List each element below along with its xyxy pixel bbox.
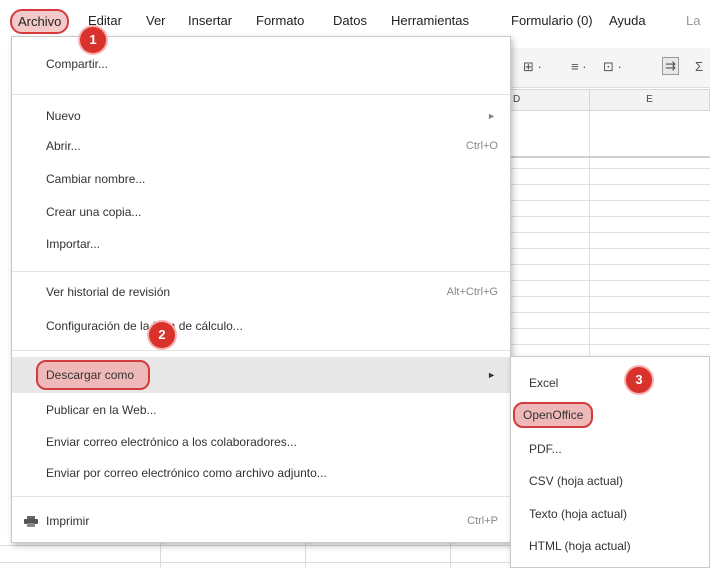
menu-ver[interactable]: Ver [146, 13, 166, 28]
menu-separator [12, 496, 510, 497]
step-marker-3: 3 [626, 367, 652, 393]
printer-icon [24, 516, 38, 527]
submenu-item-excel[interactable]: Excel [511, 367, 709, 399]
menubar: Archivo Editar Ver Insertar Formato Dato… [0, 0, 710, 40]
column-header-e[interactable]: E [590, 89, 710, 111]
menu-item-print[interactable]: Imprimir Ctrl+P [12, 506, 510, 536]
functions-button[interactable]: Σ [695, 59, 703, 74]
menu-item-spreadsheet-settings[interactable]: Configuración de la hoja de cálculo... [12, 311, 510, 341]
merge-button[interactable]: ⊡ · [603, 59, 622, 75]
openoffice-highlight: OpenOffice [513, 402, 594, 428]
grid-line [507, 248, 710, 249]
submenu-item-pdf[interactable]: PDF... [511, 433, 709, 465]
toolbar: ⊞ · ≡ · ⊡ · ⇉ Σ [507, 48, 710, 88]
menu-item-import[interactable]: Importar... [12, 229, 510, 259]
menu-item-share[interactable]: Compartir... [12, 49, 510, 79]
grid-line [507, 200, 710, 201]
menu-item-email-collaborators[interactable]: Enviar correo electrónico a los colabora… [12, 427, 510, 457]
grid-line [450, 542, 451, 568]
menu-separator [12, 94, 510, 95]
grid-line [507, 296, 710, 297]
menu-insertar[interactable]: Insertar [188, 13, 232, 28]
menu-separator [12, 271, 510, 272]
menu-ayuda[interactable]: Ayuda [609, 13, 646, 28]
file-menu: Compartir... Nuevo ► Abrir... Ctrl+O Cam… [11, 36, 511, 543]
menu-item-make-copy[interactable]: Crear una copia... [12, 197, 510, 227]
submenu-arrow-icon: ► [487, 370, 496, 380]
shortcut-label: Alt+Ctrl+G [446, 286, 498, 298]
menu-formulario[interactable]: Formulario (0) [511, 13, 593, 28]
submenu-item-csv[interactable]: CSV (hoja actual) [511, 465, 709, 497]
shortcut-label: Ctrl+P [467, 515, 498, 527]
grid-line [507, 328, 710, 329]
borders-button[interactable]: ⊞ · [523, 59, 542, 75]
grid-line [507, 280, 710, 281]
submenu-item-text[interactable]: Texto (hoja actual) [511, 498, 709, 530]
menu-editar[interactable]: Editar [88, 13, 122, 28]
grid-line [507, 168, 710, 169]
grid-line [507, 216, 710, 217]
grid-line [507, 344, 710, 345]
menu-herramientas[interactable]: Herramientas [391, 13, 469, 28]
menu-archivo[interactable]: Archivo [10, 9, 70, 34]
shortcut-label: Ctrl+O [465, 140, 498, 152]
step-marker-1: 1 [80, 27, 106, 53]
menu-datos[interactable]: Datos [333, 13, 367, 28]
grid-line [507, 184, 710, 185]
submenu-item-html[interactable]: HTML (hoja actual) [511, 530, 709, 562]
menu-item-publish[interactable]: Publicar en la Web... [12, 395, 510, 425]
column-header-d[interactable]: D [507, 89, 590, 111]
step-marker-2: 2 [149, 322, 175, 348]
download-as-highlight: Descargar como [36, 360, 151, 390]
menu-item-new[interactable]: Nuevo ► [12, 101, 510, 131]
menu-item-revision-history[interactable]: Ver historial de revisión Alt+Ctrl+G [12, 277, 510, 307]
grid-line [507, 312, 710, 313]
grid-line [160, 542, 161, 568]
menu-last-edit[interactable]: La [686, 13, 700, 28]
grid-line [507, 232, 710, 233]
menu-item-download-as[interactable]: Descargar como ► [12, 357, 510, 393]
grid-line [507, 156, 710, 158]
align-button[interactable]: ≡ · [571, 59, 587, 74]
menu-formato[interactable]: Formato [256, 13, 304, 28]
wrap-text-button[interactable]: ⇉ [662, 57, 679, 75]
submenu-arrow-icon: ► [487, 111, 496, 121]
grid-line [507, 264, 710, 265]
submenu-item-openoffice[interactable]: OpenOffice [511, 399, 709, 431]
menu-item-rename[interactable]: Cambiar nombre... [12, 164, 510, 194]
menu-item-email-attachment[interactable]: Enviar por correo electrónico como archi… [12, 458, 510, 488]
menu-separator [12, 350, 510, 351]
menu-item-open[interactable]: Abrir... Ctrl+O [12, 131, 510, 161]
download-submenu: Excel OpenOffice PDF... CSV (hoja actual… [510, 356, 710, 568]
grid-line [305, 542, 306, 568]
